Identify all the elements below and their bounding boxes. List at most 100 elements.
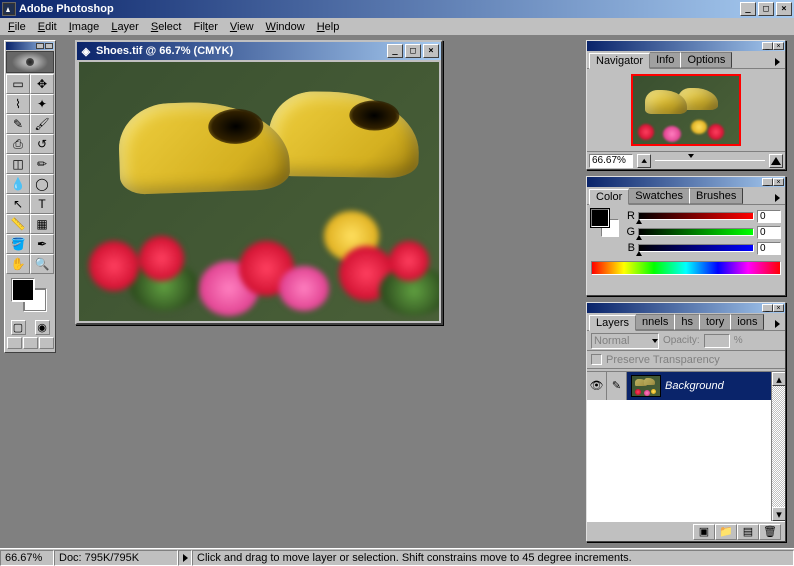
standard-mode-icon[interactable]: ▢ (11, 320, 26, 335)
zoom-out-button[interactable] (637, 154, 651, 168)
tab-channels[interactable]: nnels (635, 314, 675, 330)
layer-item[interactable]: Background (627, 372, 785, 400)
layers-flyout-icon[interactable] (771, 318, 783, 330)
color-titlebar[interactable]: _ × (587, 177, 785, 187)
blur-tool[interactable]: 💧 (6, 174, 30, 194)
type-tool[interactable]: T (30, 194, 54, 214)
paintbrush-tool[interactable]: 🖌 (30, 114, 54, 134)
quickmask-mode-icon[interactable]: ◉ (35, 320, 50, 335)
layers-close-button[interactable]: × (773, 304, 784, 312)
toolbox-titlebar[interactable] (6, 42, 54, 50)
stamp-tool[interactable]: ⎙ (6, 134, 30, 154)
b-slider[interactable] (638, 244, 754, 252)
screen-full-icon[interactable] (39, 337, 54, 349)
tab-color[interactable]: Color (589, 189, 629, 205)
scroll-up-button[interactable]: ▴ (772, 372, 785, 386)
color-flyout-icon[interactable] (771, 192, 783, 204)
toolbox-minimize[interactable] (36, 43, 44, 49)
delete-layer-button[interactable]: 🗑 (759, 524, 781, 540)
document-titlebar[interactable]: ◈ Shoes.tif @ 66.7% (CMYK) _ □ × (77, 42, 441, 60)
navigator-preview[interactable] (587, 69, 785, 151)
r-slider[interactable] (638, 212, 754, 220)
doc-maximize-button[interactable]: □ (405, 44, 421, 58)
foreground-color-well[interactable] (11, 278, 35, 302)
menu-help[interactable]: Help (311, 20, 346, 34)
tab-navigator[interactable]: Navigator (589, 53, 650, 69)
layers-scrollbar[interactable]: ▴ ▾ (771, 372, 785, 521)
screen-standard-icon[interactable] (7, 337, 22, 349)
preserve-transparency-checkbox[interactable] (591, 354, 602, 365)
scroll-down-button[interactable]: ▾ (772, 507, 785, 521)
new-layer-button[interactable]: ▤ (737, 524, 759, 540)
navigator-flyout-icon[interactable] (771, 56, 783, 68)
opacity-input[interactable] (704, 334, 730, 348)
menu-file[interactable]: File (2, 20, 32, 34)
r-value-input[interactable] (757, 210, 781, 223)
menu-image[interactable]: Image (63, 20, 106, 34)
tab-actions[interactable]: ions (730, 314, 764, 330)
bucket-tool[interactable]: 🪣 (6, 234, 30, 254)
move-tool[interactable]: ✥ (30, 74, 54, 94)
tab-options[interactable]: Options (680, 52, 732, 68)
eyedropper-tool[interactable]: ✒ (30, 234, 54, 254)
navigator-collapse-button[interactable]: _ (762, 42, 773, 50)
rgb-sliders: R G B (625, 209, 781, 255)
layer-row[interactable]: 👁 ✎ Background (587, 372, 785, 400)
minimize-button[interactable]: _ (740, 2, 756, 16)
b-value-input[interactable] (757, 242, 781, 255)
navigator-close-button[interactable]: × (773, 42, 784, 50)
tab-layers[interactable]: Layers (589, 315, 636, 331)
pen-tool[interactable]: ↖ (6, 194, 30, 214)
doc-minimize-button[interactable]: _ (387, 44, 403, 58)
layers-panel: _ × Layers nnels hs tory ions Normal Opa… (586, 302, 786, 542)
color-ramp[interactable] (591, 261, 781, 275)
layers-collapse-button[interactable]: _ (762, 304, 773, 312)
menu-window[interactable]: Window (260, 20, 311, 34)
layers-titlebar[interactable]: _ × (587, 303, 785, 313)
tab-history[interactable]: tory (699, 314, 731, 330)
navigator-titlebar[interactable]: _ × (587, 41, 785, 51)
g-value-input[interactable] (757, 226, 781, 239)
airbrush-tool[interactable]: ✎ (6, 114, 30, 134)
zoom-slider[interactable] (655, 156, 765, 166)
measure-tool[interactable]: 📏 (6, 214, 30, 234)
layer-visibility-toggle[interactable]: 👁 (587, 372, 607, 400)
document-canvas[interactable] (79, 62, 439, 321)
menu-edit[interactable]: Edit (32, 20, 63, 34)
gradient-tool[interactable]: ▦ (30, 214, 54, 234)
tab-info[interactable]: Info (649, 52, 681, 68)
status-zoom[interactable]: 66.67% (0, 550, 54, 566)
dodge-tool[interactable]: ◯ (30, 174, 54, 194)
color-collapse-button[interactable]: _ (762, 178, 773, 186)
zoom-tool[interactable]: 🔍 (30, 254, 54, 274)
status-menu-button[interactable] (178, 550, 192, 566)
tab-brushes[interactable]: Brushes (689, 188, 743, 204)
hand-tool[interactable]: ✋ (6, 254, 30, 274)
pencil-tool[interactable]: ✏ (30, 154, 54, 174)
blend-mode-select[interactable]: Normal (591, 333, 659, 349)
color-close-button[interactable]: × (773, 178, 784, 186)
zoom-in-button[interactable] (769, 154, 783, 168)
menu-select[interactable]: Select (145, 20, 188, 34)
g-slider[interactable] (638, 228, 754, 236)
close-button[interactable]: × (776, 2, 792, 16)
wand-tool[interactable]: ✦ (30, 94, 54, 114)
navigator-zoom-input[interactable] (589, 154, 633, 168)
marquee-tool[interactable]: ▭ (6, 74, 30, 94)
tab-swatches[interactable]: Swatches (628, 188, 690, 204)
tab-paths[interactable]: hs (674, 314, 700, 330)
menu-layer[interactable]: Layer (105, 20, 145, 34)
fg-color-swatch[interactable] (591, 209, 609, 227)
new-folder-button[interactable]: 📁 (715, 524, 737, 540)
layer-mask-button[interactable]: ▣ (693, 524, 715, 540)
doc-close-button[interactable]: × (423, 44, 439, 58)
maximize-button[interactable]: □ (758, 2, 774, 16)
layer-edit-toggle[interactable]: ✎ (607, 372, 627, 400)
eraser-tool[interactable]: ◫ (6, 154, 30, 174)
toolbox-close[interactable] (45, 43, 53, 49)
screen-fullmenu-icon[interactable] (23, 337, 38, 349)
menu-filter[interactable]: Filter (187, 20, 223, 34)
history-brush-tool[interactable]: ↺ (30, 134, 54, 154)
menu-view[interactable]: View (224, 20, 260, 34)
lasso-tool[interactable]: ⌇ (6, 94, 30, 114)
